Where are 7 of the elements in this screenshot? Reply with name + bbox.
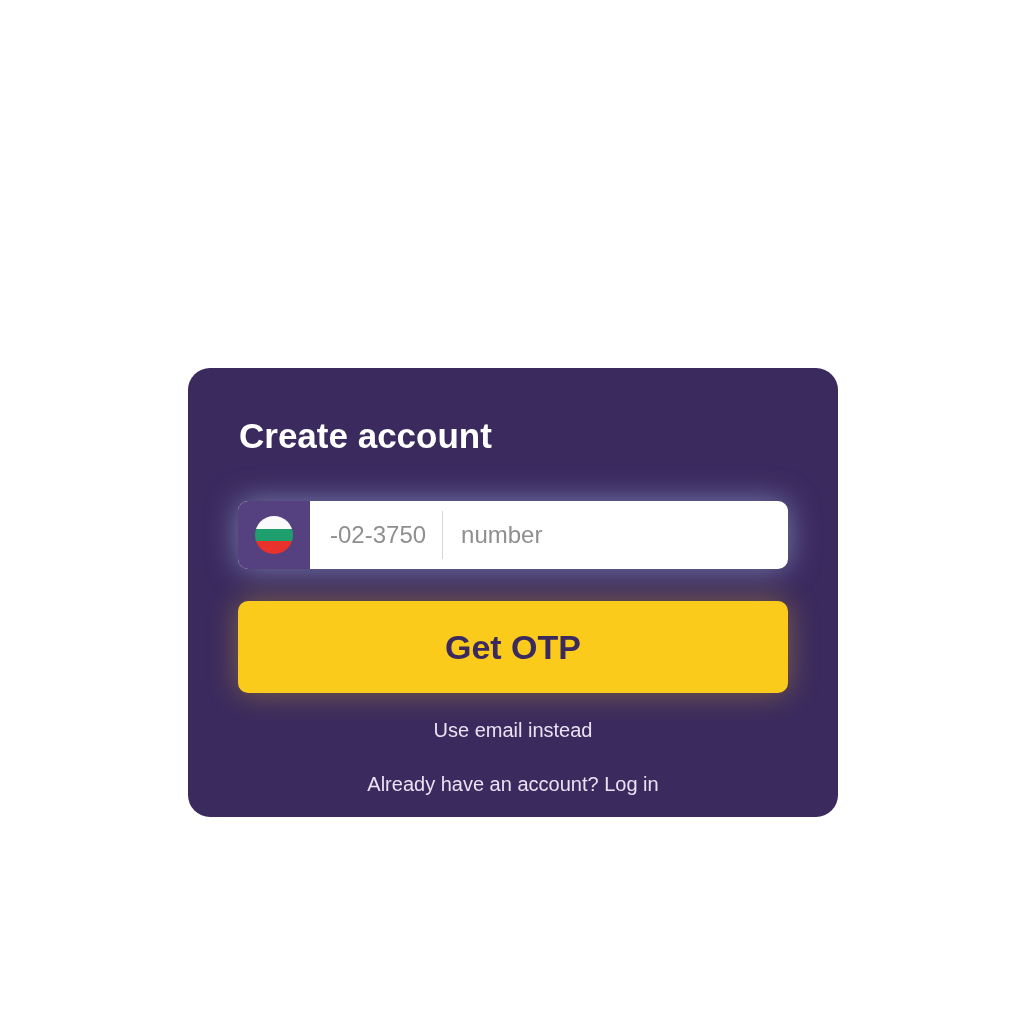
get-otp-button[interactable]: Get OTP [238, 601, 788, 693]
login-link[interactable]: Already have an account? Log in [367, 769, 659, 799]
card-title: Create account [239, 416, 492, 456]
phone-prefix: -02-3750 [330, 520, 428, 550]
flag-icon[interactable] [255, 516, 293, 554]
number-input[interactable]: number [461, 517, 762, 553]
use-email-link[interactable]: Use email instead [433, 715, 593, 745]
